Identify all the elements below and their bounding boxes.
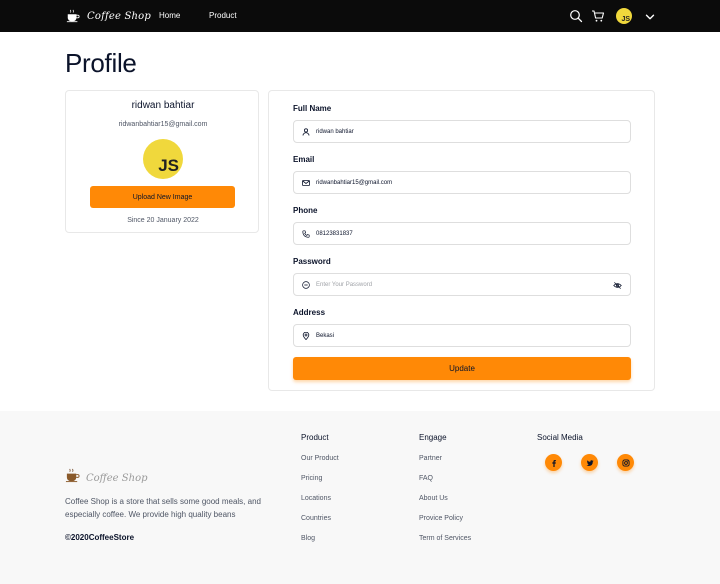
coffee-cup-icon xyxy=(65,8,81,24)
address-field[interactable]: Bekasi xyxy=(293,324,631,347)
footer-link-faq[interactable]: FAQ xyxy=(419,475,433,482)
email-value: ridwanbahtiar15@gmail.com xyxy=(316,179,393,186)
coffee-cup-icon xyxy=(65,468,80,488)
footer-link-about-us[interactable]: About Us xyxy=(419,495,448,502)
phone-label: Phone xyxy=(293,206,318,215)
footer-link-blog[interactable]: Blog xyxy=(301,535,315,542)
profile-summary-card: ridwan bahtiar ridwanbahtiar15@gmail.com… xyxy=(65,90,259,233)
footer: Coffee Shop Coffee Shop is a store that … xyxy=(0,411,720,584)
profile-name: ridwan bahtiar xyxy=(131,100,195,111)
footer-link-privacy-policy[interactable]: Provice Policy xyxy=(419,515,463,522)
instagram-icon[interactable] xyxy=(617,454,634,471)
password-placeholder: Enter Your Password xyxy=(316,281,373,288)
footer-link-our-product[interactable]: Our Product xyxy=(301,455,339,462)
nav-product-link[interactable]: Product xyxy=(209,11,237,20)
full-name-label: Full Name xyxy=(293,104,332,113)
user-icon xyxy=(302,127,310,136)
phone-value: 08123831837 xyxy=(316,230,353,237)
footer-link-pricing[interactable]: Pricing xyxy=(301,475,322,482)
full-name-value: ridwan bahtiar xyxy=(316,128,354,135)
profile-email: ridwanbahtiar15@gmail.com xyxy=(118,121,208,128)
search-icon[interactable] xyxy=(569,9,583,23)
lock-icon xyxy=(302,280,310,289)
update-button[interactable]: Update xyxy=(293,357,631,380)
page-title: Profile xyxy=(65,48,137,78)
password-field[interactable]: Enter Your Password xyxy=(293,273,631,296)
nav-home-link[interactable]: Home xyxy=(159,11,180,20)
footer-brand-name: Coffee Shop xyxy=(86,472,148,484)
location-icon xyxy=(302,331,310,340)
footer-engage-title: Engage xyxy=(419,433,447,442)
footer-description: Coffee Shop is a store that sells some g… xyxy=(65,497,261,519)
phone-field[interactable]: 08123831837 xyxy=(293,222,631,245)
email-label: Email xyxy=(293,155,315,164)
navbar: Coffee Shop Home Product JS xyxy=(0,0,720,32)
brand-logo[interactable]: Coffee Shop xyxy=(65,8,151,24)
member-since: Since 20 January 2022 xyxy=(127,217,199,224)
twitter-icon[interactable] xyxy=(581,454,598,471)
footer-copyright: ©2020CoffeeStore xyxy=(65,533,135,542)
address-value: Bekasi xyxy=(316,332,335,339)
address-label: Address xyxy=(293,308,326,317)
upload-new-image-button[interactable]: Upload New Image xyxy=(90,186,235,208)
full-name-field[interactable]: ridwan bahtiar xyxy=(293,120,631,143)
user-avatar[interactable]: JS xyxy=(616,8,632,24)
password-label: Password xyxy=(293,257,331,266)
profile-form-card: Full Name ridwan bahtiar Email ridwanbah… xyxy=(268,90,655,391)
eye-off-icon[interactable] xyxy=(613,281,622,290)
chevron-down-icon[interactable] xyxy=(644,10,656,22)
footer-link-locations[interactable]: Locations xyxy=(301,495,331,502)
mail-icon xyxy=(302,179,310,186)
footer-brand-logo[interactable]: Coffee Shop xyxy=(65,468,147,488)
footer-product-title: Product xyxy=(301,433,329,442)
footer-social-title: Social Media xyxy=(537,433,583,442)
cart-icon[interactable] xyxy=(591,9,605,23)
footer-link-partner[interactable]: Partner xyxy=(419,455,442,462)
phone-icon xyxy=(302,229,310,238)
email-field[interactable]: ridwanbahtiar15@gmail.com xyxy=(293,171,631,194)
footer-link-terms[interactable]: Term of Services xyxy=(419,535,471,542)
footer-link-countries[interactable]: Countries xyxy=(301,515,331,522)
profile-avatar: JS xyxy=(143,139,183,179)
facebook-icon[interactable] xyxy=(545,454,562,471)
brand-name: Coffee Shop xyxy=(87,10,152,22)
